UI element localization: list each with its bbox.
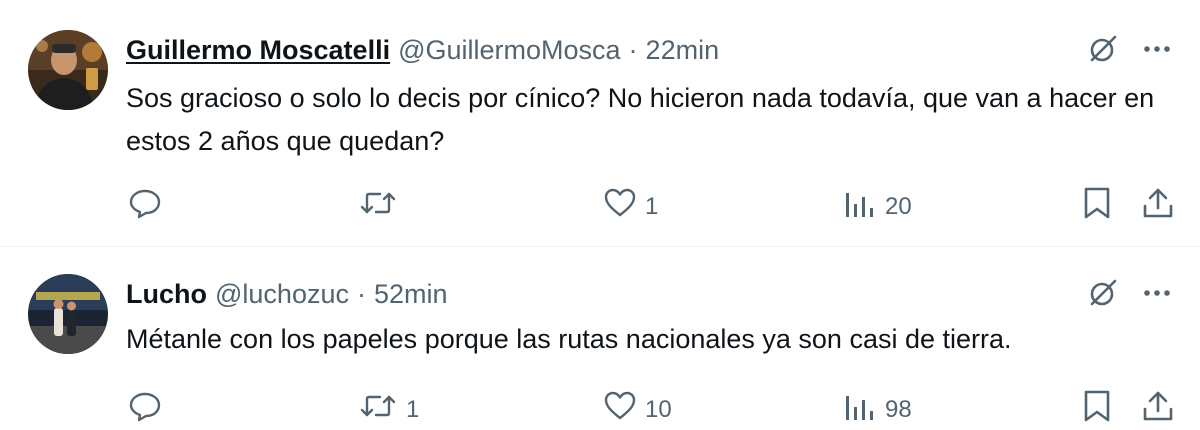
reply-feed: Guillermo Moscatelli @GuillermoMosca · 2… [0,0,1200,428]
like-count: 10 [645,395,672,423]
user-handle[interactable]: @luchozuc [215,279,349,310]
tweet-header: Lucho @luchozuc · 52min [126,277,448,311]
reply-icon [128,389,162,430]
tweet-top-actions [1086,276,1172,310]
retweet-icon [358,389,398,430]
retweet-button[interactable]: 1 [358,389,419,430]
separator-dot: · [628,34,638,65]
bookmark-button[interactable] [1082,186,1112,227]
grok-icon[interactable] [1086,276,1120,310]
bookmark-icon [1082,186,1112,227]
avatar[interactable] [28,30,108,110]
timestamp[interactable]: 52min [374,279,448,310]
separator-dot: · [356,278,366,309]
reply-button[interactable] [128,389,162,430]
like-icon [603,389,637,430]
tweet-top-actions [1086,32,1172,66]
views-button[interactable]: 20 [843,186,912,227]
retweet-icon [358,186,398,227]
reply-button[interactable] [128,186,162,227]
reply-icon [128,186,162,227]
like-icon [603,186,637,227]
avatar[interactable] [28,274,108,354]
share-button[interactable] [1141,186,1175,227]
tweet-text: Métanle con los papeles porque las rutas… [126,324,1012,354]
bookmark-button[interactable] [1082,389,1112,430]
share-icon [1141,389,1175,430]
tweet[interactable]: Lucho @luchozuc · 52min Métanle con los … [0,247,1200,428]
display-name[interactable]: Lucho [126,279,207,310]
retweet-count: 1 [406,395,420,423]
tweet[interactable]: Guillermo Moscatelli @GuillermoMosca · 2… [0,0,1200,246]
timestamp[interactable]: 22min [646,35,720,66]
views-count: 98 [885,395,912,423]
share-icon [1141,186,1175,227]
like-button[interactable]: 1 [603,186,658,227]
share-button[interactable] [1141,389,1175,430]
like-count: 1 [645,192,659,220]
more-icon[interactable] [1142,34,1172,64]
views-icon [843,389,877,430]
user-handle[interactable]: @GuillermoMosca [398,35,620,66]
views-count: 20 [885,192,912,220]
more-icon[interactable] [1142,278,1172,308]
tweet-text: Sos gracioso o solo lo decis por cínico?… [126,83,1155,156]
grok-icon[interactable] [1086,32,1120,66]
views-button[interactable]: 98 [843,389,912,430]
bookmark-icon [1082,389,1112,430]
views-icon [843,186,877,227]
like-button[interactable]: 10 [603,389,672,430]
tweet-header: Guillermo Moscatelli @GuillermoMosca · 2… [126,33,719,67]
display-name[interactable]: Guillermo Moscatelli [126,35,390,66]
retweet-button[interactable] [358,186,406,227]
